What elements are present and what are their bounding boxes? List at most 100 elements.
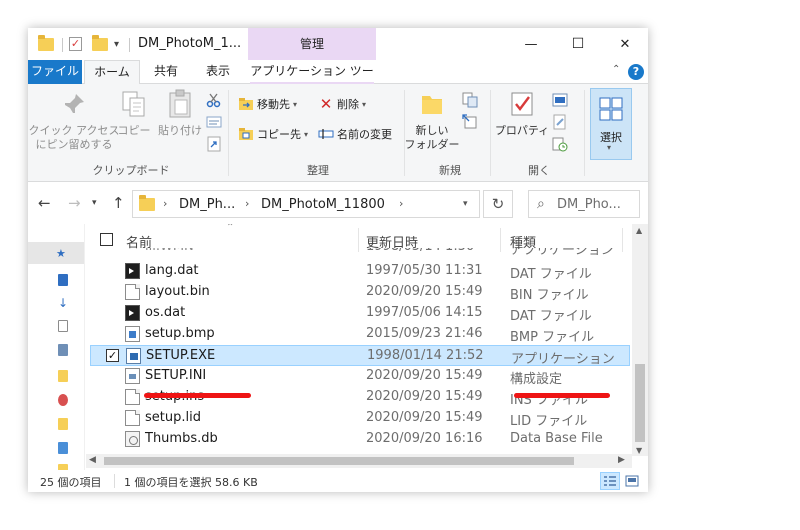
vertical-scrollbar[interactable]: ▲ ▼ [632,224,648,456]
address-bar[interactable]: › DM_Ph... › DM_PhotoM_11800 › ▾ [132,190,480,218]
large-icons-view-button[interactable] [622,472,642,490]
annotation-underline [144,393,251,398]
new-folder-label-2: フォルダー [404,138,460,151]
tab-application-tools[interactable]: アプリケーション ツール [250,60,374,101]
file-modified: 2020/09/20 15:49 [366,389,483,404]
file-type: DAT ファイル [510,267,592,282]
paste-button[interactable]: 貼り付け [156,88,204,138]
file-type: INS ファイル [510,393,588,408]
rename-button[interactable]: 名前の変更 [318,126,392,142]
close-button[interactable]: ✕ [602,28,648,60]
file-modified: 2020/09/20 15:49 [366,368,483,383]
search-input[interactable]: ⌕ DM_Pho... [528,190,640,218]
copy-path-icon[interactable] [206,114,222,130]
open-icon[interactable] [552,92,568,108]
navigation-pane[interactable]: ★ ↓ [28,224,84,470]
file-name: layout.bin [145,284,210,299]
details-view-icon [604,476,616,486]
copy-to-button[interactable]: コピー先 ▾ [238,126,308,142]
tab-share[interactable]: 共有 [144,60,188,84]
new-group-label: 新規 [439,164,461,177]
scroll-right-icon[interactable]: ▶ [618,455,625,465]
new-folder-button[interactable]: 新しい フォルダー [405,88,460,152]
help-icon[interactable]: ? [628,64,644,80]
table-row[interactable]: SETUP.INI 2020/09/20 15:49 構成設定 [90,366,630,387]
table-row[interactable]: Thumbs.db 2020/09/20 16:16 Data Base File [90,429,630,450]
address-chevron-icon[interactable]: › [399,197,403,210]
refresh-button[interactable]: ↻ [483,190,513,218]
move-to-button[interactable]: 移動先 ▾ [238,96,297,112]
easy-access-icon[interactable] [462,114,478,130]
cut-icon[interactable] [206,92,222,108]
file-type: DAT ファイル [510,309,592,324]
back-arrow-icon[interactable]: ← [38,194,51,212]
drive-icon [58,394,68,406]
config-icon [125,368,140,384]
selection-info: 1 個の項目を選択 58.6 KB [124,476,258,489]
copy-to-icon [238,126,254,142]
pin-label-1: クイック アクセス [28,124,120,137]
file-name: lll.WMN [145,248,194,254]
horizontal-scrollbar[interactable]: ◀ ▶ [86,454,632,468]
ribbon-tabs: ファイル ホーム 共有 表示 アプリケーション ツール ⌃ ? [28,60,648,101]
large-icons-view-icon [625,475,639,487]
pin-to-quick-access-button[interactable]: クイック アクセス にピン留めする [29,88,119,152]
ribbon: クイック アクセス にピン留めする コピー 貼り付け クリップボード 移動先 ▾… [28,84,648,182]
vertical-scroll-thumb[interactable] [635,364,645,442]
folder-icon [58,370,68,382]
copy-button[interactable]: コピー [116,88,152,138]
delete-icon: ✕ [319,95,333,113]
select-all-checkbox[interactable] [100,233,113,246]
breadcrumb-segment[interactable]: DM_PhotoM_11800 [261,197,385,212]
history-icon[interactable] [552,136,568,152]
scroll-left-icon[interactable]: ◀ [89,455,96,465]
move-to-label: 移動先 [257,98,290,111]
document-icon [125,389,140,405]
properties-button[interactable]: プロパティ [494,88,550,138]
table-row[interactable]: setup.lid 2020/09/20 15:49 LID ファイル [90,408,630,429]
tab-file[interactable]: ファイル [28,60,82,84]
group-separator [490,90,491,176]
pc-icon [58,442,68,454]
scroll-down-icon[interactable]: ▼ [636,446,642,455]
up-arrow-icon[interactable]: ↑ [112,194,125,212]
dark-file-icon [125,263,140,279]
collapse-ribbon-icon[interactable]: ⌃ [612,64,620,75]
pane-divider[interactable] [84,224,85,470]
tab-view[interactable]: 表示 [194,60,242,84]
dark-file-icon [125,305,140,321]
horizontal-scroll-thumb[interactable] [104,457,574,465]
copy-icon [118,88,150,120]
address-chevron-icon[interactable]: › [245,197,249,210]
table-row[interactable]: lang.dat 1997/05/30 11:31 DAT ファイル [90,261,630,282]
table-row-selected[interactable]: ✓ SETUP.EXE 1998/01/14 21:52 アプリケーション [90,345,630,367]
table-row[interactable]: layout.bin 2020/09/20 15:49 BIN ファイル [90,282,630,303]
properties-checkbox-icon[interactable]: ✓ [69,34,82,54]
new-item-icon[interactable] [462,92,478,108]
pictures-icon [58,344,68,356]
table-row[interactable]: os.dat 1997/05/06 14:15 DAT ファイル [90,303,630,324]
maximize-button[interactable]: ☐ [555,28,601,60]
tab-home[interactable]: ホーム [84,60,140,85]
row-checkbox[interactable]: ✓ [106,349,119,362]
delete-label: 削除 [337,98,359,111]
minimize-button[interactable]: — [508,28,554,60]
details-view-button[interactable] [600,472,620,490]
paste-shortcut-icon[interactable] [206,136,222,152]
forward-arrow-icon[interactable]: → [68,194,81,212]
customize-toolbar-icon[interactable]: ▾ [114,34,119,54]
address-dropdown-icon[interactable]: ▾ [463,199,468,209]
select-button[interactable]: 選択 ▾ [590,88,632,160]
status-bar: 25 個の項目 1 個の項目を選択 58.6 KB [28,470,648,492]
edit-icon[interactable] [552,114,568,130]
breadcrumb-segment[interactable]: DM_Ph... [179,197,235,212]
table-row[interactable]: lll.WMN 1998/05/14 1:50 アプリケーション [90,248,630,261]
group-separator [228,90,229,176]
table-row[interactable]: setup.bmp 2015/09/23 21:46 BMP ファイル [90,324,630,345]
scroll-up-icon[interactable]: ▲ [636,226,642,235]
address-chevron-icon[interactable]: › [163,197,167,210]
delete-button[interactable]: ✕ 削除 ▾ [318,95,366,113]
new-folder-icon[interactable] [92,34,108,54]
recent-locations-icon[interactable]: ▾ [92,198,97,208]
new-folder-icon [416,88,448,120]
